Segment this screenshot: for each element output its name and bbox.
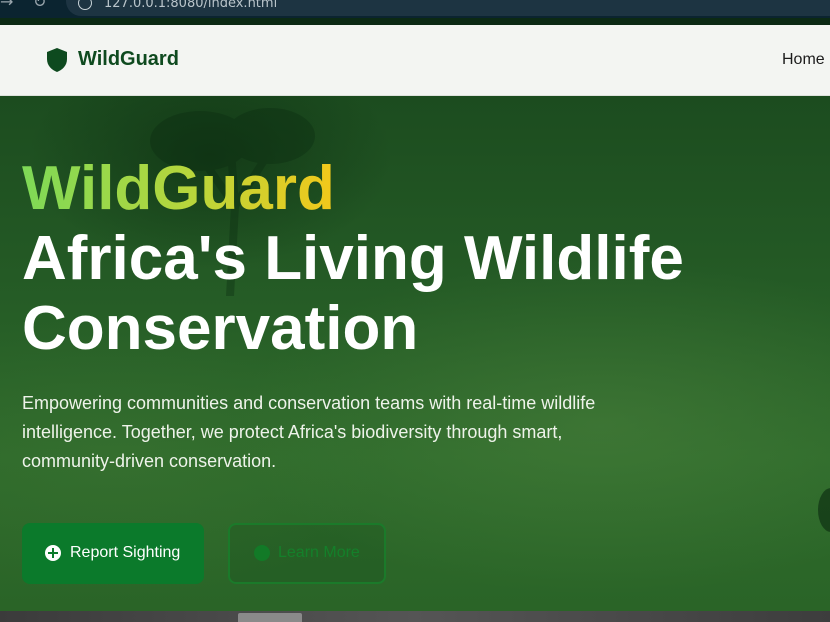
site-header: WildGuard Home [0,25,830,96]
reload-icon[interactable]: ↻ [33,0,46,11]
circle-icon [254,545,270,561]
hero-brand-heading: WildGuard [22,154,335,223]
nav-link-home[interactable]: Home [782,51,825,69]
background-decoration [818,488,830,532]
report-sighting-label: Report Sighting [70,544,181,561]
site-info-icon[interactable] [78,0,92,10]
browser-toolbar: → ↻ 127.0.0.1:8080/index.html [0,0,830,18]
hero-description: Empowering communities and conservation … [22,393,596,471]
report-sighting-button[interactable]: Report Sighting [22,523,204,584]
learn-more-button[interactable]: Learn More [228,523,386,584]
learn-more-label: Learn More [278,544,360,561]
url-text: 127.0.0.1:8080/index.html [104,0,278,11]
plus-circle-icon [45,545,61,561]
address-bar[interactable]: 127.0.0.1:8080/index.html [66,0,830,16]
logo-text[interactable]: WildGuard [78,48,179,71]
hero-section: WildGuard Africa's Living Wildlife Conse… [0,96,830,611]
shield-icon [47,48,67,72]
next-section-tab [238,613,302,622]
hero-title: Africa's Living Wildlife Conservation [22,224,684,363]
back-arrow-icon[interactable]: → [0,0,13,11]
next-section-preview [0,611,830,622]
